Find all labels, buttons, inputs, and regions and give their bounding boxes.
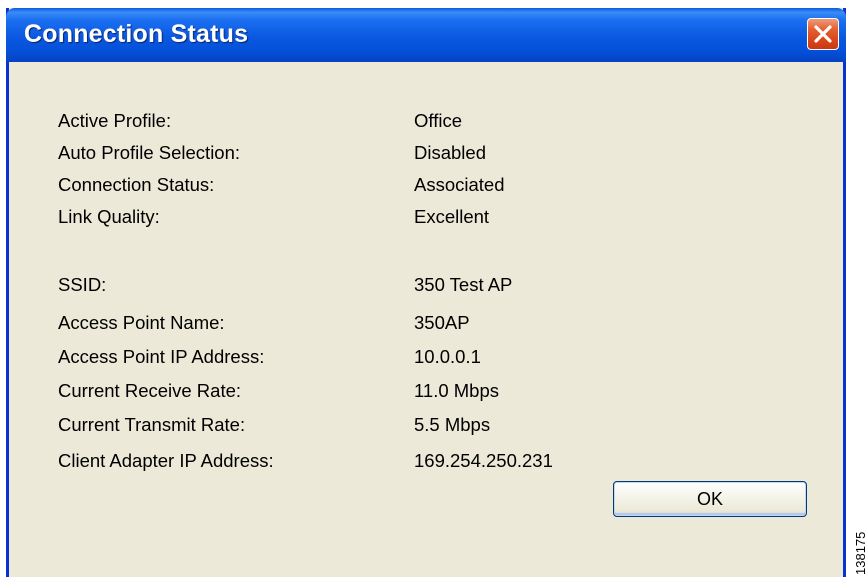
status-value: 169.254.250.231 <box>414 450 553 471</box>
status-label: Link Quality: <box>58 206 160 227</box>
status-value: Office <box>414 110 462 131</box>
title-bar[interactable]: Connection Status <box>6 8 846 62</box>
status-value: 350 Test AP <box>414 274 513 295</box>
figure-code: 138175 <box>853 531 867 575</box>
status-label: Access Point Name: <box>58 312 225 333</box>
ok-button[interactable]: OK <box>613 481 807 517</box>
window-title: Connection Status <box>24 20 249 48</box>
status-label: Access Point IP Address: <box>58 346 265 367</box>
status-value: 350AP <box>414 312 470 333</box>
status-label: Client Adapter IP Address: <box>58 450 274 471</box>
status-label: Auto Profile Selection: <box>58 142 241 163</box>
close-button[interactable] <box>807 18 839 50</box>
status-value: 5.5 Mbps <box>414 414 491 435</box>
status-value: Excellent <box>414 206 490 227</box>
status-label: SSID: <box>58 274 107 295</box>
status-value: 10.0.0.1 <box>414 346 481 367</box>
status-label: Current Receive Rate: <box>58 380 242 401</box>
status-value: Associated <box>414 174 505 195</box>
connection-status-window: Connection Status Active Profile: Office… <box>6 8 846 577</box>
status-value: 11.0 Mbps <box>414 380 500 401</box>
status-value: Disabled <box>414 142 486 163</box>
status-label: Current Transmit Rate: <box>58 414 246 435</box>
status-label: Connection Status: <box>58 174 215 195</box>
status-label: Active Profile: <box>58 110 172 131</box>
close-icon <box>814 25 832 43</box>
